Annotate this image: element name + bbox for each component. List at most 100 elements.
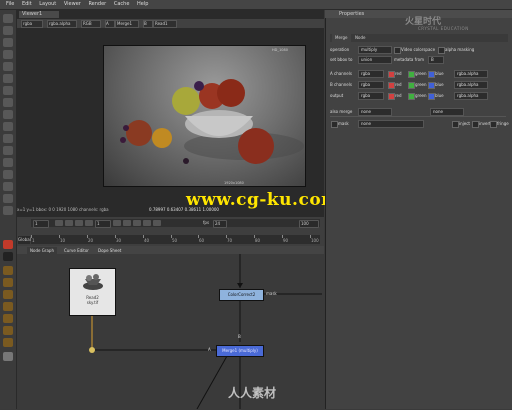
viewer-image[interactable]: HD_1080 1920x1080 xyxy=(103,45,306,187)
metadata-select[interactable]: B xyxy=(428,56,444,64)
draw-tool-icon[interactable] xyxy=(3,38,13,47)
fringe-checkbox[interactable] xyxy=(490,121,497,128)
keyer-tool-icon[interactable] xyxy=(3,98,13,107)
menu-viewer[interactable]: Viewer xyxy=(64,0,81,9)
red-channel-checkbox[interactable] xyxy=(388,93,395,100)
blue-channel-checkbox[interactable] xyxy=(428,93,435,100)
blue-channel-checkbox[interactable] xyxy=(428,82,435,89)
range-mode-select[interactable]: Global xyxy=(18,236,31,244)
current-frame-value: 1 xyxy=(97,221,100,226)
b-input-select[interactable]: Read1 xyxy=(153,20,177,28)
menu-render[interactable]: Render xyxy=(88,0,106,9)
tab-dope-sheet[interactable]: Dope Sheet xyxy=(95,247,125,254)
b-input-label[interactable]: B xyxy=(143,20,153,28)
play-button[interactable] xyxy=(123,220,131,226)
channel-tool-icon[interactable] xyxy=(3,62,13,71)
brand-logo-sub: CRYSTAL EDUCATION xyxy=(418,26,469,31)
still-life-render: HD_1080 1920x1080 xyxy=(120,48,304,185)
range-mode-value: Global xyxy=(18,237,31,242)
end-frame-field[interactable]: 100 xyxy=(299,220,319,228)
inject-checkbox[interactable] xyxy=(452,121,459,128)
menu-edit[interactable]: Edit xyxy=(22,0,32,9)
colorcorrect-node[interactable]: ColorCorrect2 xyxy=(219,289,264,301)
color-tool-icon[interactable] xyxy=(3,74,13,83)
next-key-button[interactable] xyxy=(143,220,151,226)
red-channel-checkbox[interactable] xyxy=(388,71,395,78)
first-frame-button[interactable] xyxy=(55,220,63,226)
menu-cache[interactable]: Cache xyxy=(114,0,130,9)
prev-frame-button[interactable] xyxy=(75,220,83,226)
display-select[interactable]: RGB xyxy=(81,20,101,28)
merge-node[interactable]: Merge1 (multiply) xyxy=(216,345,264,357)
inject-label: inject xyxy=(459,121,470,126)
alpha-channel-select[interactable]: rgba.alpha xyxy=(454,81,488,89)
green-channel-checkbox[interactable] xyxy=(408,71,415,78)
prev-key-button[interactable] xyxy=(65,220,73,226)
gizmo6-icon[interactable] xyxy=(3,326,13,335)
current-frame-field[interactable]: 1 xyxy=(95,220,111,228)
menu-file[interactable]: File xyxy=(6,0,14,9)
gizmo-icon[interactable] xyxy=(3,266,13,275)
fps-field[interactable]: 24 xyxy=(213,220,227,228)
channel-select[interactable]: rgba xyxy=(358,92,384,100)
blue-channel-checkbox[interactable] xyxy=(428,71,435,78)
read-node[interactable]: Read2 sky.tif xyxy=(69,268,116,316)
tab-merge[interactable]: Merge xyxy=(332,34,351,42)
views-tool-icon[interactable] xyxy=(3,146,13,155)
m-icon[interactable] xyxy=(3,240,13,249)
last-frame-button[interactable] xyxy=(153,220,161,226)
alpha-channel-select[interactable]: rgba.alpha xyxy=(454,70,488,78)
mask-checkbox[interactable] xyxy=(331,121,338,128)
a-input-label[interactable]: A xyxy=(105,20,115,28)
tab-node[interactable]: Node xyxy=(352,34,368,42)
green-channel-checkbox[interactable] xyxy=(408,93,415,100)
invert-checkbox[interactable] xyxy=(472,121,479,128)
red-channel-checkbox[interactable] xyxy=(388,82,395,89)
select-tool-icon[interactable] xyxy=(3,14,13,23)
3d-tool-icon[interactable] xyxy=(3,134,13,143)
furnace-tool-icon[interactable] xyxy=(3,182,13,191)
transform-tool-icon[interactable] xyxy=(3,122,13,131)
channel-select[interactable]: rgba xyxy=(21,20,43,28)
video-colorspace-checkbox[interactable] xyxy=(394,47,401,54)
alpha-select[interactable]: rgba.alpha xyxy=(47,20,77,28)
next-frame-button[interactable] xyxy=(133,220,141,226)
also-merge-select-2[interactable]: none xyxy=(430,108,464,116)
merge-tool-icon[interactable] xyxy=(3,110,13,119)
menu-help[interactable]: Help xyxy=(137,0,148,9)
time-tool-icon[interactable] xyxy=(3,50,13,59)
alpha-channel-select[interactable]: rgba.alpha xyxy=(454,92,488,100)
start-frame-field[interactable]: 1 xyxy=(33,220,49,228)
paint-tool-icon[interactable] xyxy=(3,26,13,35)
mask-select[interactable]: none xyxy=(358,120,424,128)
node-graph-tabs: Node Graph Curve Editor Dope Sheet xyxy=(17,246,324,254)
channel-select[interactable]: rgba xyxy=(358,70,384,78)
settings-icon[interactable] xyxy=(3,352,13,361)
stop-button[interactable] xyxy=(113,220,121,226)
plugin-tool-icon[interactable] xyxy=(3,206,13,215)
gizmo7-icon[interactable] xyxy=(3,338,13,347)
gizmo2-icon[interactable] xyxy=(3,278,13,287)
other-tool-icon[interactable] xyxy=(3,170,13,179)
alpha-masking-checkbox[interactable] xyxy=(438,47,445,54)
operation-select[interactable]: multiply xyxy=(358,46,392,54)
g-icon[interactable] xyxy=(3,252,13,261)
tab-node-graph[interactable]: Node Graph xyxy=(27,247,57,254)
gizmo5-icon[interactable] xyxy=(3,314,13,323)
tab-curve-editor[interactable]: Curve Editor xyxy=(61,247,92,254)
gizmo3-icon[interactable] xyxy=(3,290,13,299)
frame-ruler[interactable]: 1 10 20 30 40 50 60 70 80 90 100 xyxy=(31,235,320,244)
fps-value: 24 xyxy=(215,221,221,226)
menu-layout[interactable]: Layout xyxy=(39,0,56,9)
metadata-tool-icon[interactable] xyxy=(3,158,13,167)
ofx-tool-icon[interactable] xyxy=(3,194,13,203)
channel-value: rgba xyxy=(361,71,371,76)
also-merge-select[interactable]: none xyxy=(358,108,392,116)
channel-select[interactable]: rgba xyxy=(358,81,384,89)
a-input-select[interactable]: Merge1 xyxy=(115,20,139,28)
green-channel-checkbox[interactable] xyxy=(408,82,415,89)
bbox-select[interactable]: union xyxy=(358,56,392,64)
play-back-button[interactable] xyxy=(85,220,93,226)
filter-tool-icon[interactable] xyxy=(3,86,13,95)
gizmo4-icon[interactable] xyxy=(3,302,13,311)
